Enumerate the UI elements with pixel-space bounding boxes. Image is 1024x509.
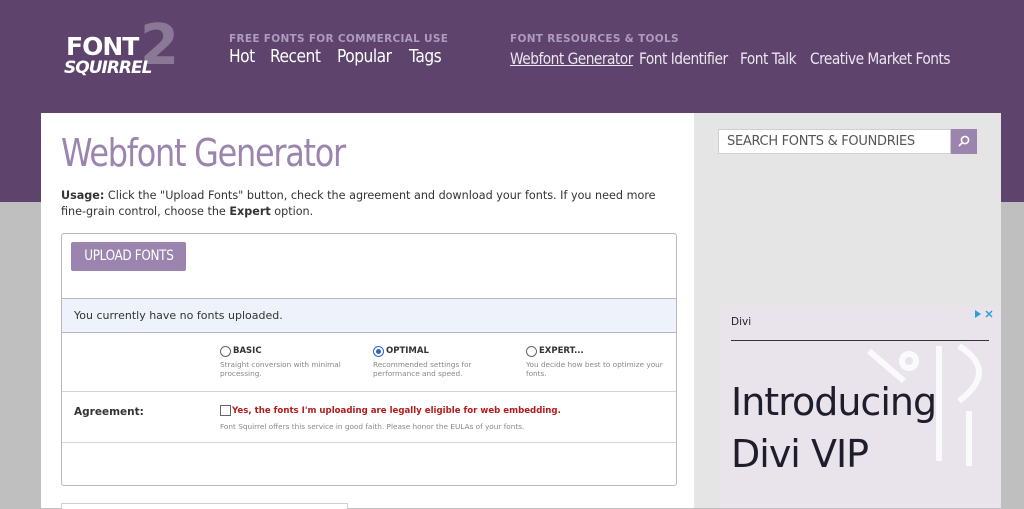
search-icon (958, 135, 970, 147)
nav-link-font-talk[interactable]: Font Talk (740, 49, 797, 68)
optimal-option-name: OPTIMAL (386, 346, 429, 356)
divider (62, 391, 676, 392)
ad-headline: Introducing Divi VIP (731, 376, 991, 480)
bottom-ad-frame (61, 503, 348, 509)
agreement-checkbox[interactable] (220, 405, 231, 416)
search-button[interactable] (951, 129, 977, 154)
sidebar: Divi Introducing Divi VIP (694, 113, 1001, 508)
optimal-option-desc: Recommended settings for performance and… (373, 360, 472, 378)
agreement-text[interactable]: Yes, the fonts I'm uploading are legally… (232, 406, 561, 416)
nav-link-webfont-generator[interactable]: Webfont Generator (510, 49, 633, 68)
arrow-up-icon (125, 279, 134, 290)
expert-radio[interactable] (526, 346, 537, 357)
basic-radio[interactable] (220, 346, 231, 357)
upload-status-text: You currently have no fonts uploaded. (74, 309, 283, 322)
nav-link-recent[interactable]: Recent (270, 46, 321, 67)
ad-brand: Divi (731, 316, 752, 328)
nav-link-popular[interactable]: Popular (337, 46, 392, 67)
nav-link-hot[interactable]: Hot (229, 46, 255, 67)
usage-text-2: option. (270, 205, 314, 218)
advertisement[interactable]: Divi Introducing Divi VIP (719, 306, 1001, 508)
usage-instructions: Usage: Click the "Upload Fonts" button, … (61, 188, 681, 220)
nav-link-tags[interactable]: Tags (409, 46, 442, 67)
usage-label: Usage: (61, 189, 105, 202)
agreement-note: Font Squirrel offers this service in goo… (220, 422, 525, 431)
nav-link-font-identifier[interactable]: Font Identifier (639, 49, 728, 68)
basic-option-name: BASIC (233, 346, 262, 356)
upload-fonts-label: UPLOAD FONTS (83, 248, 174, 264)
page-title: Webfont Generator (61, 131, 346, 175)
nav-link-creative-market-fonts[interactable]: Creative Market Fonts (810, 49, 951, 68)
expert-option-desc: You decide how best to optimize your fon… (526, 360, 663, 378)
search-input[interactable] (718, 129, 951, 154)
font-resources-nav-label: FONT RESOURCES & TOOLS (510, 33, 679, 45)
basic-option-desc: Straight conversion with minimal process… (220, 360, 341, 378)
ad-headline-line-1: Introducing (731, 380, 937, 424)
generator-panel: UPLOAD FONTS You currently have no fonts… (61, 233, 677, 486)
expert-option-name: EXPERT... (539, 346, 584, 356)
usage-expert-word: Expert (229, 205, 271, 218)
agreement-label: Agreement: (74, 406, 144, 418)
logo-word-font: FONT (66, 32, 139, 61)
upload-status-bar: You currently have no fonts uploaded. (62, 298, 676, 333)
font-squirrel-logo[interactable]: 2 FONT SQUIRREL (62, 18, 180, 82)
adchoices-icon[interactable] (973, 308, 995, 320)
ad-headline-line-2: Divi VIP (731, 432, 869, 476)
usage-text-1: Click the "Upload Fonts" button, check t… (61, 189, 656, 218)
main-content: Webfont Generator Usage: Click the "Uplo… (41, 113, 694, 508)
free-fonts-nav-label: FREE FONTS FOR COMMERCIAL USE (229, 33, 449, 45)
upload-fonts-button[interactable]: UPLOAD FONTS (71, 242, 186, 290)
logo-word-squirrel: SQUIRREL (64, 58, 152, 78)
optimal-radio[interactable] (373, 346, 384, 357)
divider (62, 442, 676, 443)
ad-divider (731, 340, 989, 341)
